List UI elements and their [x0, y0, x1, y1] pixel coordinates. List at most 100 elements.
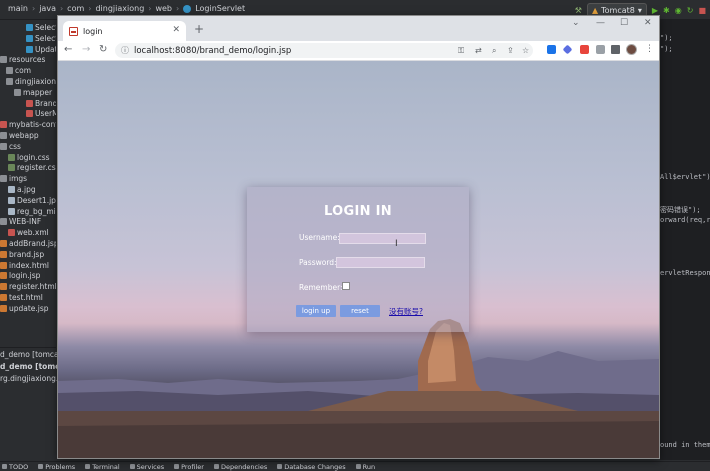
tree-item[interactable]: brand.jsp	[0, 249, 44, 260]
tool-window-label: Services	[136, 462, 165, 471]
extension-diamond-icon[interactable]	[562, 44, 573, 55]
tree-item[interactable]: Updat	[26, 44, 56, 55]
browser-tab[interactable]: login ✕	[63, 21, 186, 41]
file-icon	[26, 110, 33, 118]
tree-item[interactable]: UserM	[26, 108, 56, 119]
run-icon[interactable]: ▶	[652, 6, 658, 15]
bookmark-star-icon[interactable]: ☆	[522, 46, 529, 55]
file-icon	[0, 283, 7, 291]
info-icon[interactable]: ⓘ	[121, 45, 129, 56]
breadcrumb-item[interactable]: com	[67, 4, 84, 13]
tab-search-icon[interactable]: ⌄	[572, 18, 580, 28]
tree-item-label: css	[9, 141, 21, 151]
tree-item[interactable]: css	[0, 141, 21, 152]
breadcrumb-item[interactable]: LoginServlet	[195, 4, 245, 13]
minimize-button[interactable]: —	[596, 18, 605, 28]
tree-item[interactable]: webapp	[0, 130, 39, 141]
share-icon[interactable]: ⇪	[507, 46, 514, 55]
tree-item[interactable]: login.css	[8, 152, 50, 163]
tree-item-label: a.jpg	[17, 185, 36, 194]
register-link[interactable]: 没有账号?	[389, 306, 423, 317]
extension-wave-icon[interactable]	[596, 45, 605, 54]
translate-icon[interactable]: ⇄	[475, 46, 482, 55]
tree-item[interactable]: test.html	[0, 292, 43, 303]
tree-item[interactable]: Desert1.jpg	[8, 195, 56, 206]
update-icon[interactable]: ↻	[687, 6, 694, 15]
file-icon	[8, 164, 15, 172]
close-icon[interactable]: ✕	[172, 25, 180, 35]
tree-item[interactable]: Select	[26, 22, 56, 33]
tree-item[interactable]: web.xml	[8, 227, 49, 238]
tree-item[interactable]: register.html	[0, 281, 56, 292]
tree-item[interactable]: register.css	[8, 162, 56, 173]
tool-window-tab[interactable]: TODO	[2, 463, 28, 471]
tree-item[interactable]: reg_bg_min.jp	[8, 206, 56, 217]
menu-icon[interactable]: ⋮	[645, 44, 654, 54]
file-icon	[0, 56, 7, 64]
code-line: ");	[660, 44, 673, 53]
forward-icon[interactable]: →	[82, 45, 90, 55]
tree-item[interactable]: mybatis-config.x	[0, 119, 56, 130]
class-icon	[183, 4, 192, 13]
breadcrumb-item[interactable]: main	[8, 4, 28, 13]
login-form: LOGIN IN Username: I Password: Remember:…	[247, 187, 469, 332]
zoom-icon[interactable]: ⌕	[492, 46, 496, 56]
tree-item-label: test.html	[9, 293, 43, 302]
tree-item[interactable]: Select	[26, 33, 56, 44]
remember-label: Remember:	[299, 283, 343, 292]
tree-item[interactable]: index.html	[0, 260, 49, 271]
tool-window-tab[interactable]: Run	[355, 463, 375, 471]
remember-checkbox[interactable]	[342, 282, 350, 290]
hammer-icon[interactable]: ⚒	[575, 6, 582, 15]
file-icon	[8, 207, 15, 215]
file-icon	[0, 175, 7, 183]
tree-item[interactable]: com	[6, 65, 31, 76]
puzzle-icon[interactable]	[611, 45, 620, 54]
tool-window-tab[interactable]: Problems	[38, 463, 75, 471]
key-icon[interactable]: ⚿	[458, 46, 464, 56]
reset-button[interactable]: reset	[340, 305, 380, 317]
breadcrumb-item[interactable]: web	[155, 4, 172, 13]
browser-window: login ✕ + ⌄ — ☐ ✕ ← → ↻ ⓘ localhost:8080…	[57, 15, 660, 459]
tree-item[interactable]: mapper	[14, 87, 52, 98]
new-tab-button[interactable]: +	[194, 23, 204, 35]
breadcrumb-item[interactable]: java	[39, 4, 56, 13]
extension-translate-icon[interactable]	[547, 45, 556, 54]
debug-icon[interactable]: ✱	[663, 6, 670, 15]
address-bar[interactable]: ⓘ localhost:8080/brand_demo/login.jsp ⚿ …	[115, 43, 533, 58]
tree-item[interactable]: dingjiaxiong	[6, 76, 56, 87]
tree-item[interactable]: login.jsp	[0, 270, 40, 281]
tool-window-tab[interactable]: Profiler	[174, 463, 204, 471]
code-editor[interactable]: "); "); All$ervlet"); 密码错误");orward(req,res…	[660, 20, 710, 460]
tree-item[interactable]: addBrand.jsp	[0, 238, 56, 249]
breadcrumb-separator: ›	[148, 4, 152, 13]
tool-window-tab[interactable]: Dependencies	[213, 463, 267, 471]
tree-item[interactable]: BrandM	[26, 98, 56, 109]
file-icon	[6, 78, 13, 85]
avatar[interactable]	[626, 44, 637, 55]
close-window-button[interactable]: ✕	[644, 18, 652, 28]
password-input[interactable]	[336, 257, 425, 268]
tree-item[interactable]: WEB-INF	[0, 216, 41, 227]
login-button[interactable]: login up	[296, 305, 336, 317]
tree-item-label: login.jsp	[9, 271, 41, 281]
tree-item[interactable]: resources	[0, 54, 45, 65]
tree-item[interactable]: update.jsp	[0, 303, 49, 314]
reload-icon[interactable]: ↻	[99, 45, 107, 55]
tree-item-label: Updat	[35, 44, 56, 54]
stop-icon[interactable]: ■	[698, 6, 706, 15]
username-input[interactable]	[339, 233, 426, 244]
tool-window-tab[interactable]: Database Changes	[277, 463, 346, 471]
maximize-button[interactable]: ☐	[620, 18, 628, 28]
extension-red-icon[interactable]	[580, 45, 589, 54]
tree-item[interactable]: a.jpg	[8, 184, 36, 195]
coverage-icon[interactable]: ◉	[675, 6, 682, 15]
tree-item[interactable]: imgs	[0, 173, 27, 184]
tool-window-tab[interactable]: Terminal	[85, 463, 120, 471]
tool-window-tab[interactable]: Services	[129, 462, 165, 471]
tomcat-icon: ▲	[591, 5, 599, 15]
back-icon[interactable]: ←	[64, 45, 72, 55]
file-icon	[26, 99, 33, 107]
breadcrumb-item[interactable]: dingjiaxiong	[95, 4, 144, 13]
tool-window-label: Profiler	[181, 462, 204, 471]
